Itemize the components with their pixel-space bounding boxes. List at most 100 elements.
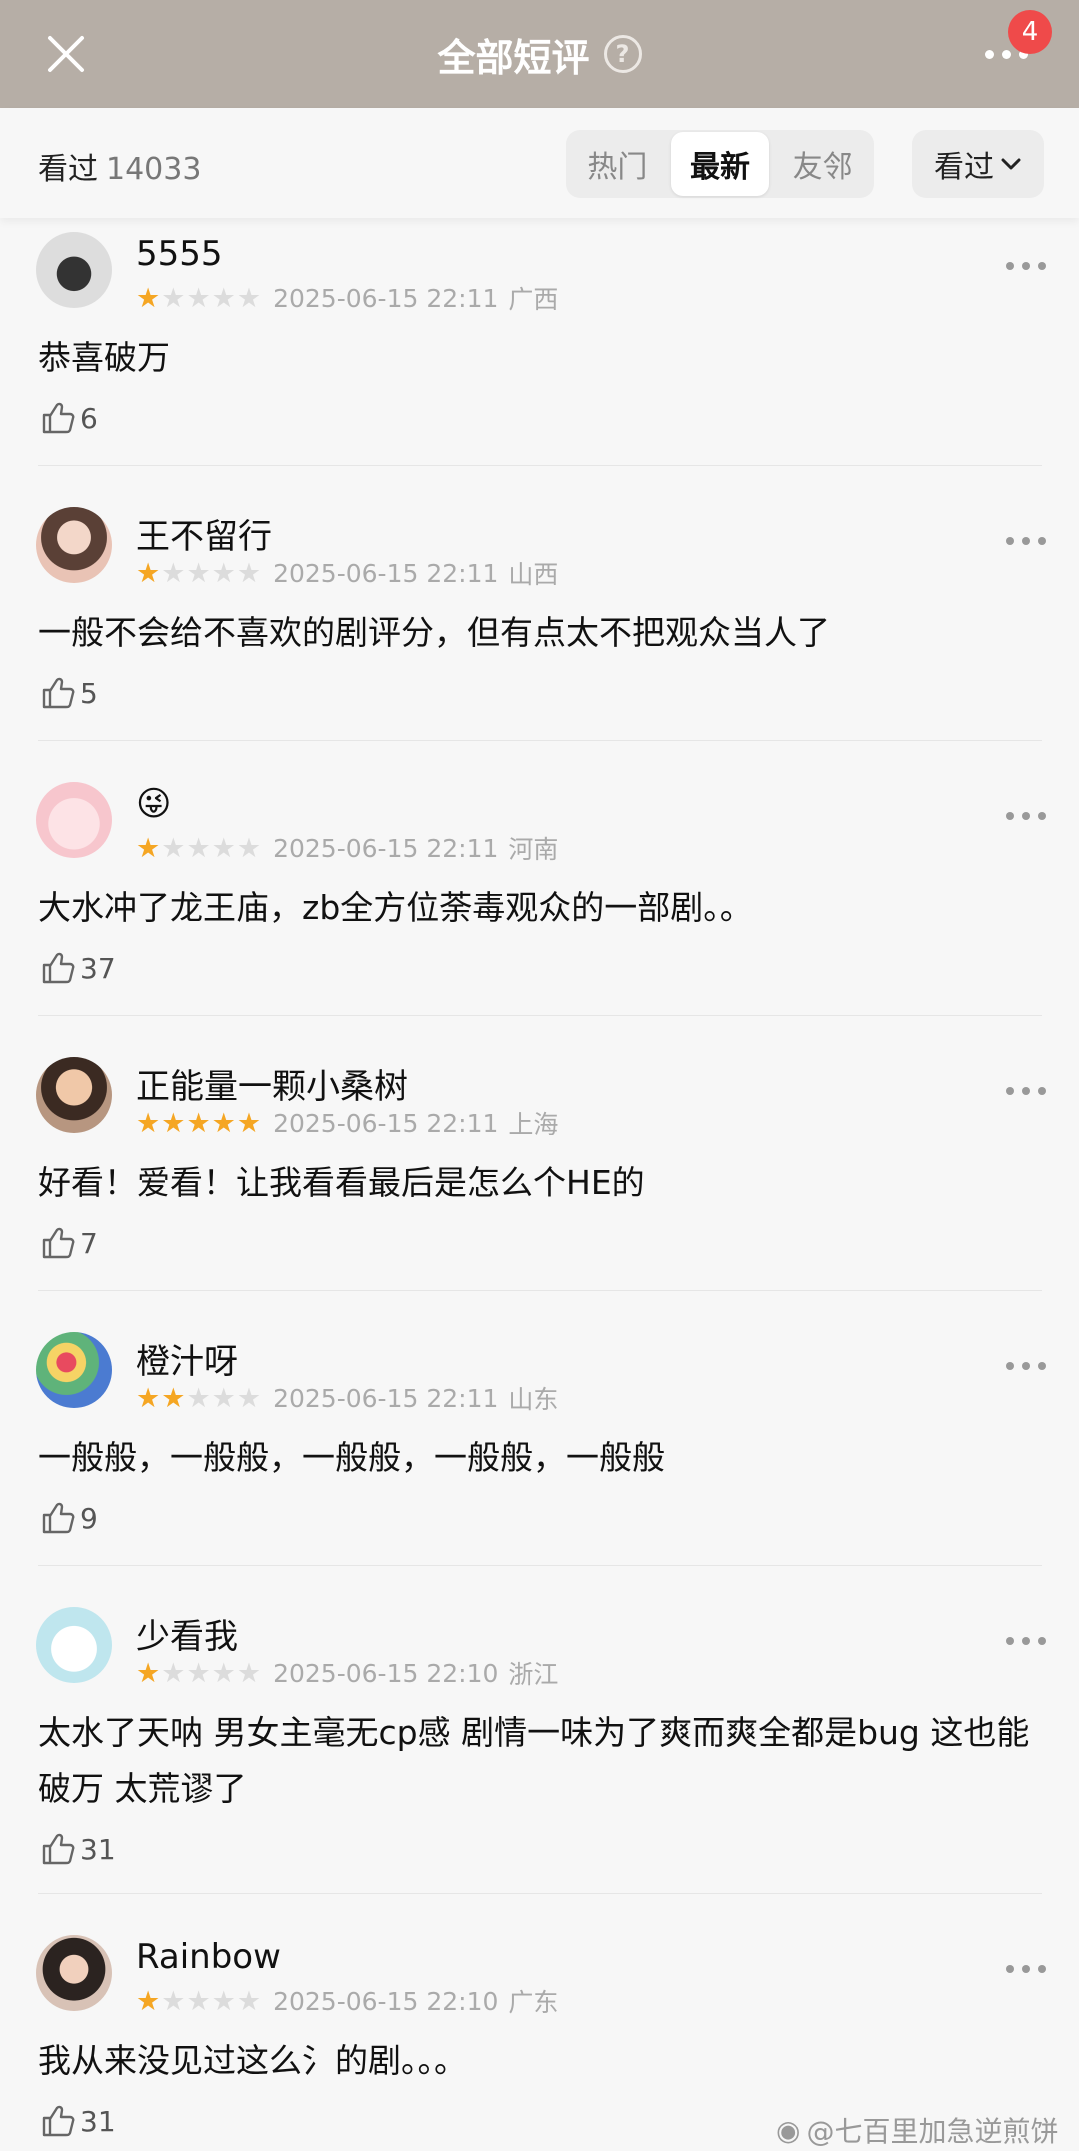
more-dot [1006,262,1014,270]
review-more-button[interactable] [1006,1631,1046,1651]
review-text: 一般般，一般般，一般般，一般般，一般般 [38,1438,665,1477]
divider [38,740,1042,741]
like-count: 7 [80,1226,98,1260]
star-icon: ★ [211,282,236,314]
review-more-button[interactable] [1006,1081,1046,1101]
star-icon: ★ [236,1985,262,2017]
more-dot [984,49,994,59]
star-icon: ★ [236,832,262,864]
star-icon: ★ [136,1657,161,1689]
review-time: 2025-06-15 22:11 [273,283,499,313]
star-rating: ★ ★ ★ ★ ★ [136,1660,261,1687]
user-avatar[interactable] [36,1057,112,1133]
user-avatar[interactable] [36,232,112,308]
like-button[interactable]: 31 [40,1831,116,1867]
star-icon: ★ [211,1107,236,1139]
like-count: 31 [80,1832,116,1866]
username[interactable]: 少看我 [136,1609,238,1658]
like-button[interactable]: 7 [40,1225,98,1261]
thumbs-up-icon [42,677,75,709]
filter-label: 看过 [934,150,994,185]
divider [38,1565,1042,1566]
watermark: ◉ @七百里加急逆煎饼 [776,2110,1058,2150]
watched-count: 看过 14033 [38,144,201,188]
review-text: 恭喜破万 [38,338,170,377]
star-icon: ★ [136,1382,161,1414]
review-more-button[interactable] [1006,1959,1046,1979]
review-more-button[interactable] [1006,531,1046,551]
star-icon: ★ [211,1657,236,1689]
help-icon[interactable]: ? [603,35,642,73]
star-icon: ★ [136,282,161,314]
more-dot [1006,1637,1014,1645]
user-avatar[interactable] [36,1935,112,2011]
page-title-group: 全部短评 ? [0,0,1079,108]
like-count: 31 [80,2104,116,2138]
like-count: 5 [80,676,98,710]
more-dot [1022,1087,1030,1095]
review-meta: ★ ★ ★ ★ ★ 2025-06-15 22:11 山西 [136,555,558,591]
review-time: 2025-06-15 22:11 [273,1108,499,1138]
review-more-button[interactable] [1006,806,1046,826]
status-filter-dropdown[interactable]: 看过 [912,130,1044,198]
username[interactable]: 正能量一颗小桑树 [136,1059,408,1108]
like-button[interactable]: 37 [40,950,116,986]
review-time: 2025-06-15 22:10 [273,1658,499,1688]
thumbs-up-icon [42,952,75,984]
thumbs-up-icon [42,2105,75,2137]
review-more-button[interactable] [1006,256,1046,276]
star-icon: ★ [186,1657,211,1689]
tab-latest[interactable]: 最新 [670,132,770,196]
review-time: 2025-06-15 22:10 [273,1986,499,2016]
review-more-button[interactable] [1006,1356,1046,1376]
like-button[interactable]: 6 [40,400,98,436]
star-icon: ★ [236,1657,262,1689]
review-meta: ★ ★ ★ ★ ★ 2025-06-15 22:11 山东 [136,1380,558,1416]
thumbs-up-icon [42,402,75,434]
star-icon: ★ [236,282,262,314]
star-rating: ★ ★ ★ ★ ★ [136,285,261,312]
tab-friends[interactable]: 友邻 [773,132,872,196]
username[interactable]: 橙汁呀 [136,1334,238,1383]
star-icon: ★ [236,1382,262,1414]
weibo-icon: ◉ [776,2113,801,2147]
review-location: 浙江 [508,1660,559,1689]
thumbs-up-icon [42,1227,75,1259]
more-dot [1022,1362,1030,1370]
star-icon: ★ [186,1382,211,1414]
star-icon: ★ [161,832,186,864]
username[interactable]: 5555 [136,234,223,274]
thumbs-up-icon [42,1502,75,1534]
like-button[interactable]: 9 [40,1500,98,1536]
user-avatar[interactable] [36,507,112,583]
like-button[interactable]: 5 [40,675,98,711]
tab-hot[interactable]: 热门 [568,132,667,196]
review-text: 一般不会给不喜欢的剧评分，但有点太不把观众当人了 [38,613,830,652]
user-avatar[interactable] [36,1607,112,1683]
review-meta: ★ ★ ★ ★ ★ 2025-06-15 22:11 河南 [136,830,558,866]
like-button[interactable]: 31 [40,2103,116,2139]
page-title: 全部短评 [437,35,590,80]
like-count: 9 [80,1501,98,1535]
star-icon: ★ [136,1107,161,1139]
username[interactable]: 王不留行 [136,509,272,558]
divider [38,465,1042,466]
chevron-down-icon [1001,158,1021,170]
more-dot [1006,1965,1014,1973]
more-dot [1038,262,1046,270]
review-meta: ★ ★ ★ ★ ★ 2025-06-15 22:10 浙江 [136,1655,558,1691]
star-rating: ★ ★ ★ ★ ★ [136,1988,261,2015]
star-rating: ★ ★ ★ ★ ★ [136,560,261,587]
review-time: 2025-06-15 22:11 [273,833,499,863]
review-meta: ★ ★ ★ ★ ★ 2025-06-15 22:11 广西 [136,280,558,316]
user-avatar[interactable] [36,1332,112,1408]
divider [38,1290,1042,1291]
review-text: 我从来没见过这么氵的剧。。。 [38,2041,467,2080]
user-avatar[interactable] [36,782,112,858]
username[interactable]: Rainbow [136,1937,281,1977]
more-dot [1038,1087,1046,1095]
star-icon: ★ [211,1382,236,1414]
star-icon: ★ [161,1107,186,1139]
star-rating: ★ ★ ★ ★ ★ [136,835,261,862]
username[interactable]: 😜 [136,784,171,824]
